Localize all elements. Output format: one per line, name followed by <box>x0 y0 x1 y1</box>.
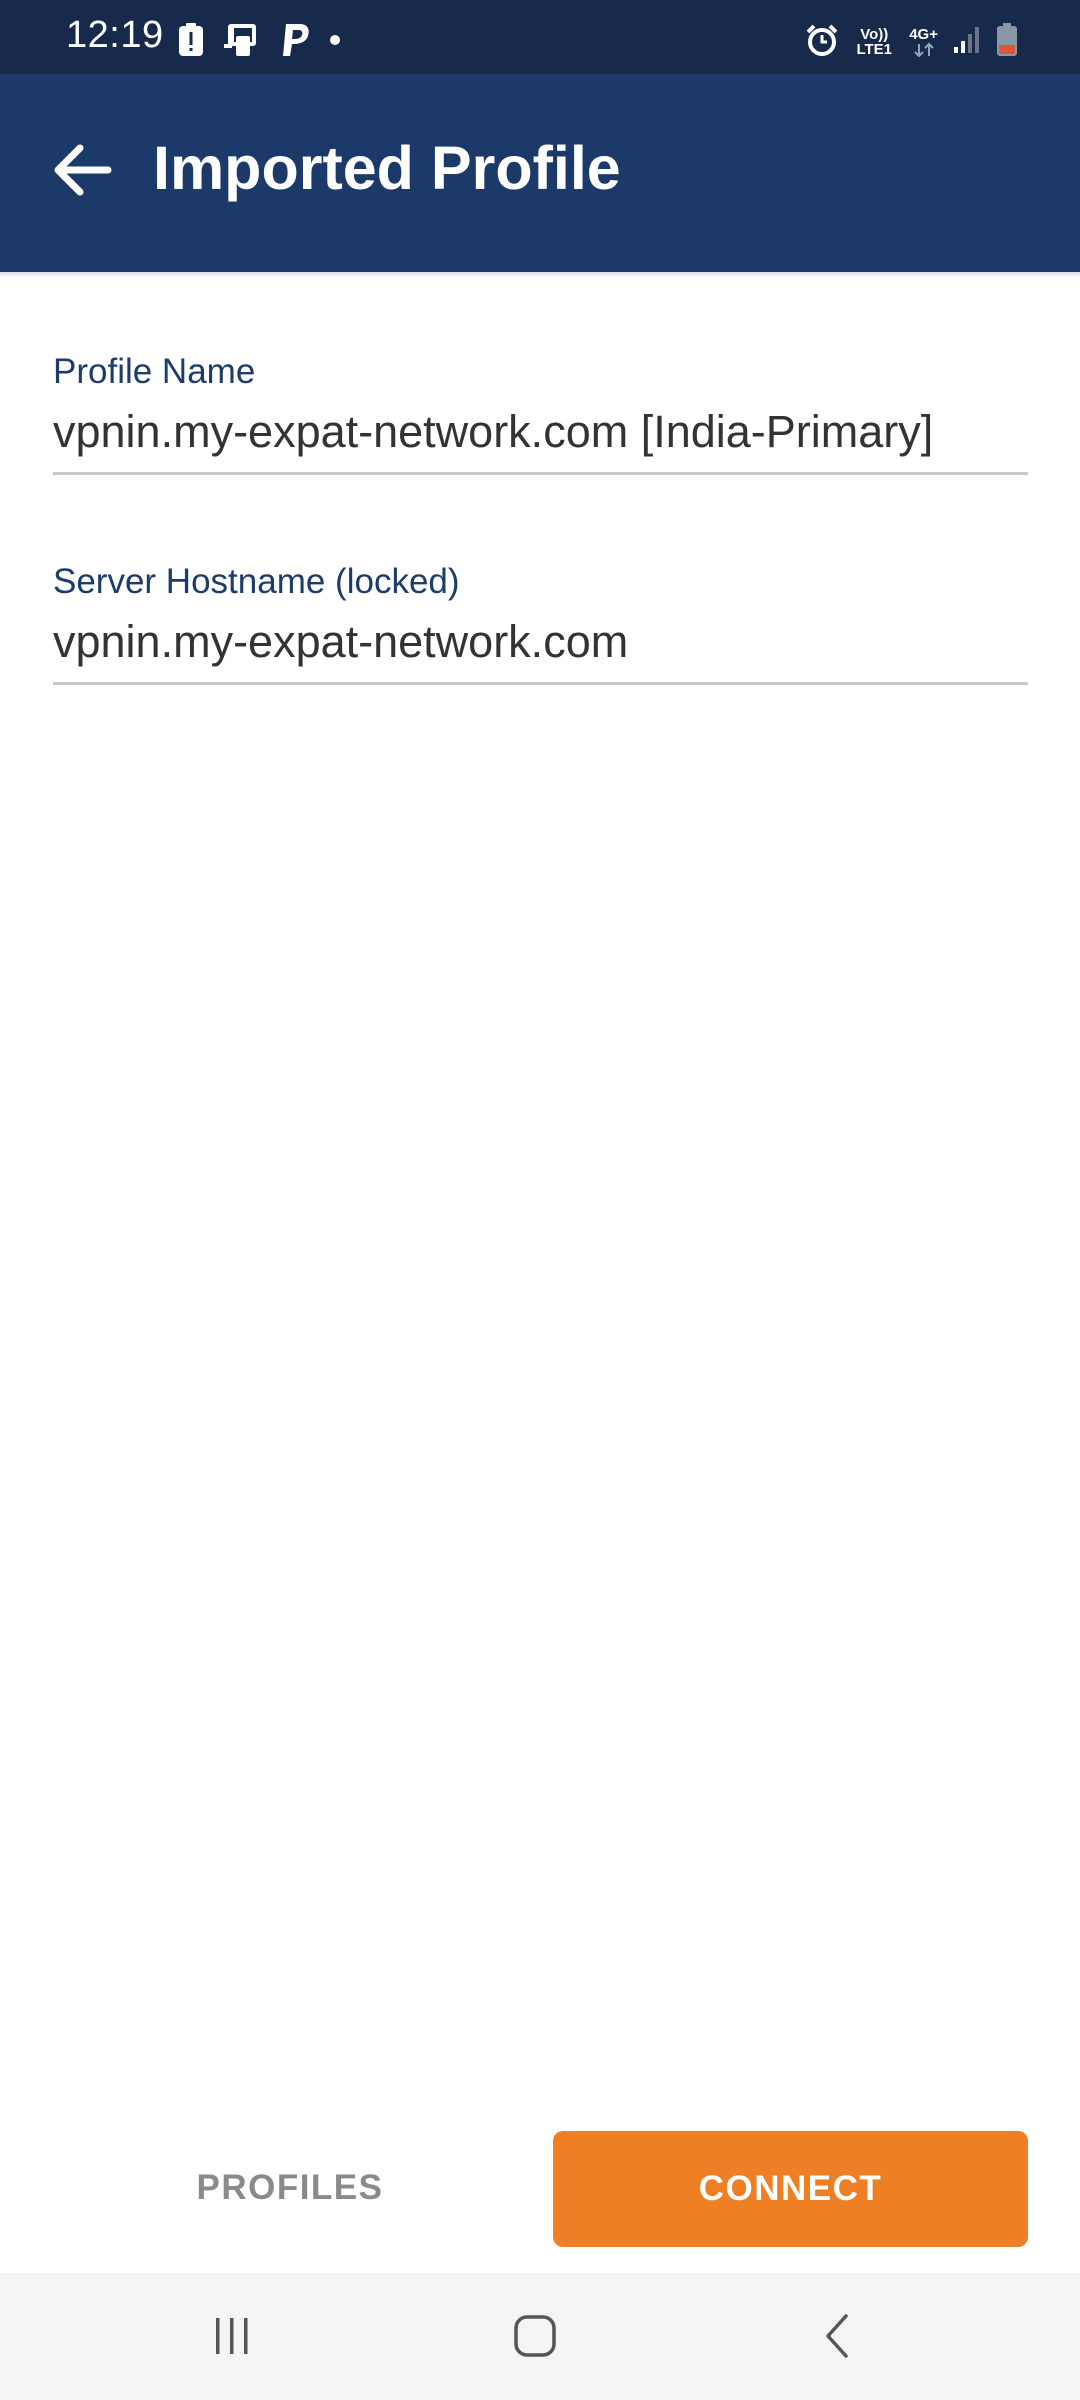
arrow-back-icon <box>52 142 112 203</box>
home-button[interactable] <box>495 2303 575 2373</box>
system-back-button[interactable] <box>798 2303 878 2373</box>
server-hostname-field: Server Hostname (locked) vpnin.my-expat-… <box>53 562 1028 685</box>
recent-apps-icon <box>210 2314 254 2363</box>
connect-button[interactable]: CONNECT <box>553 2131 1028 2247</box>
paypal-icon <box>280 22 310 63</box>
screen: 12:19 Vo)) LTE1 4G+ Imported Profile Pro… <box>0 0 1080 2400</box>
profile-name-input[interactable]: vpnin.my-expat-network.com [India-Primar… <box>53 406 1028 458</box>
server-hostname-underline <box>53 682 1028 685</box>
app-bar-shadow <box>0 272 1080 278</box>
alert-icon <box>178 22 204 62</box>
status-left-icons <box>178 22 342 63</box>
sim-card-icon <box>222 22 262 63</box>
back-icon <box>816 2312 860 2365</box>
recent-apps-button[interactable] <box>192 2303 272 2373</box>
profile-name-label: Profile Name <box>53 352 256 391</box>
dot-icon <box>328 33 342 52</box>
back-button[interactable] <box>40 130 124 214</box>
app-bar: Imported Profile <box>0 74 1080 272</box>
home-icon <box>513 2314 557 2363</box>
signal-icon <box>952 25 982 60</box>
server-hostname-label: Server Hostname (locked) <box>53 562 460 601</box>
status-bar: 12:19 Vo)) LTE1 4G+ <box>0 0 1080 74</box>
server-hostname-value: vpnin.my-expat-network.com <box>53 616 629 667</box>
profiles-button[interactable]: PROFILES <box>140 2130 440 2246</box>
status-right-icons: Vo)) LTE1 4G+ <box>805 22 1018 62</box>
alarm-icon <box>805 23 839 62</box>
network-type-label: 4G+ <box>909 25 938 43</box>
data-icon: 4G+ <box>909 27 938 58</box>
status-time: 12:19 <box>66 14 164 56</box>
volte-icon: Vo)) LTE1 <box>856 26 892 58</box>
battery-low-icon <box>996 22 1018 62</box>
navigation-bar <box>0 2273 1080 2400</box>
page-title: Imported Profile <box>153 134 621 202</box>
profile-name-underline <box>53 472 1028 475</box>
profile-name-field: Profile Name vpnin.my-expat-network.com … <box>53 352 1028 475</box>
